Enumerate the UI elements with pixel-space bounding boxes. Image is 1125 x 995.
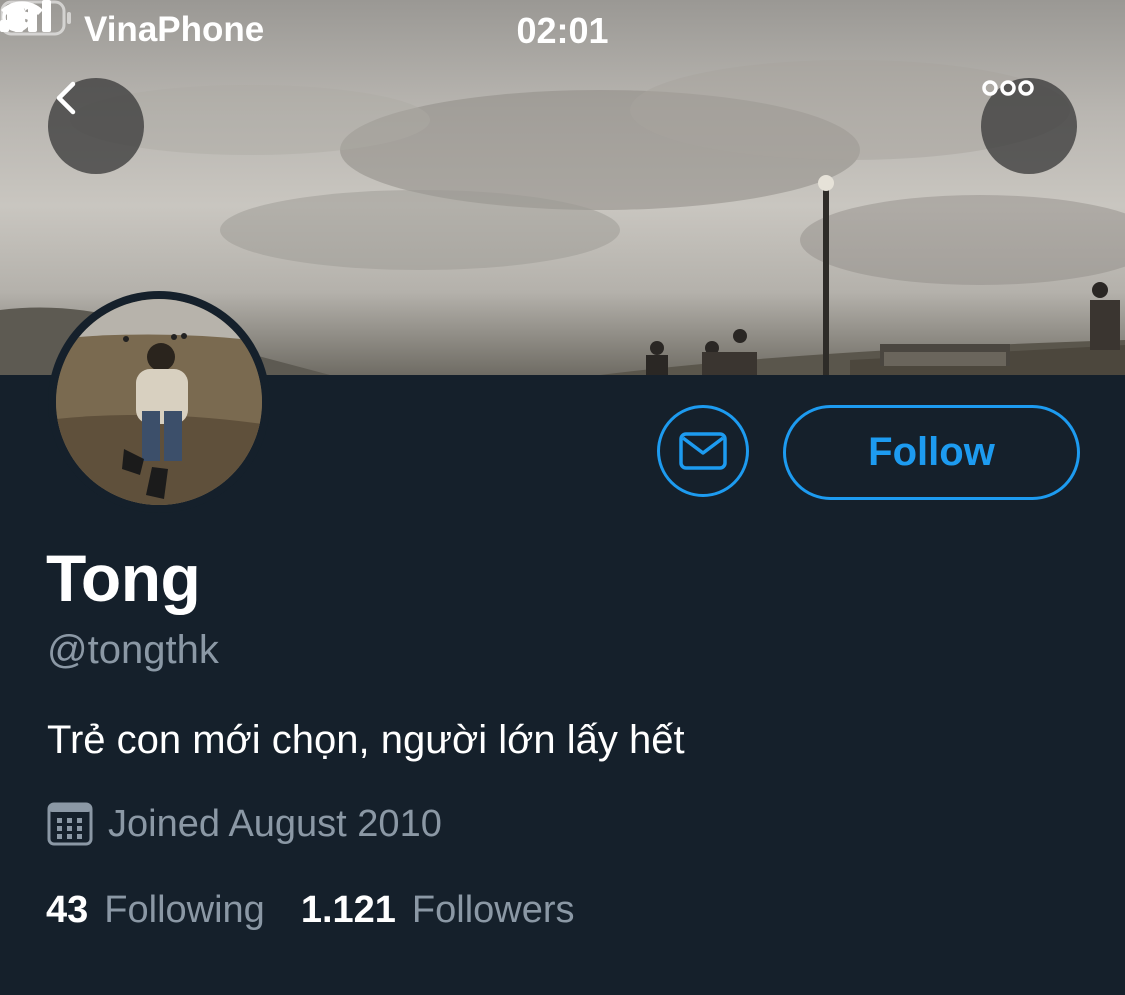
more-options-button[interactable] <box>981 78 1077 174</box>
profile-bio: Trẻ con mới chọn, người lớn lấy hết <box>47 718 685 762</box>
following-count[interactable]: 43 <box>46 889 88 932</box>
chevron-left-icon <box>56 81 76 115</box>
calendar-icon <box>47 802 93 846</box>
follow-stats: 43 Following 1.121 Followers <box>46 889 611 932</box>
battery-icon <box>0 0 71 36</box>
status-bar: VinaPhone 02:01 <box>0 0 1125 66</box>
message-button[interactable] <box>657 405 749 497</box>
mail-icon <box>679 432 727 470</box>
following-label[interactable]: Following <box>104 889 265 932</box>
followers-count[interactable]: 1.121 <box>301 889 396 932</box>
back-button[interactable] <box>48 78 144 174</box>
avatar-image <box>56 299 262 505</box>
display-name: Tong <box>46 541 201 615</box>
user-handle: @tongthk <box>47 628 219 672</box>
follow-button[interactable]: Follow <box>783 405 1080 500</box>
more-horizontal-icon <box>982 80 1034 96</box>
followers-label[interactable]: Followers <box>412 889 575 932</box>
clock: 02:01 <box>516 10 609 51</box>
joined-date: Joined August 2010 <box>46 800 442 848</box>
joined-text: Joined August 2010 <box>108 802 442 845</box>
profile-avatar[interactable] <box>48 291 270 513</box>
